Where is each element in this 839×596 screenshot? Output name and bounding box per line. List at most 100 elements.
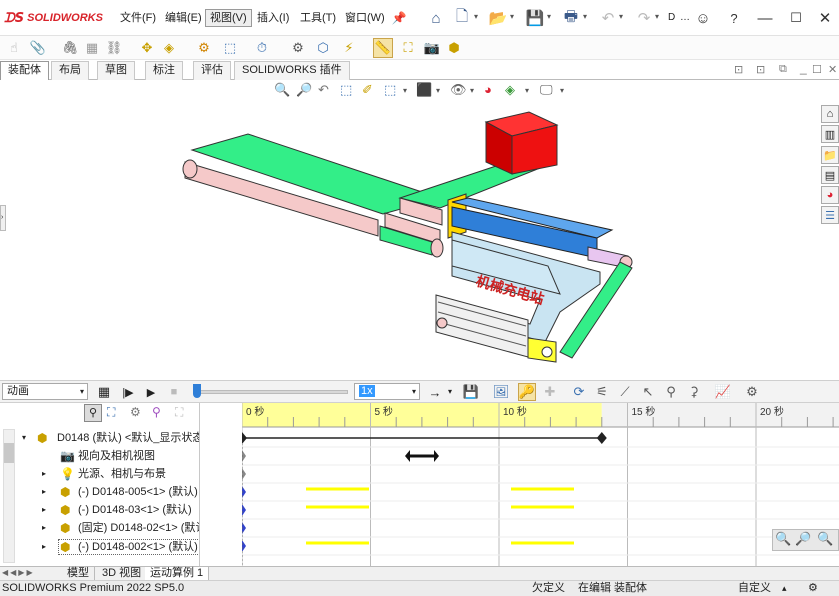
- play-from-start-icon[interactable]: |▶: [119, 383, 137, 401]
- solidworks-resources-icon[interactable]: ⌂: [821, 105, 839, 123]
- tab-3d-view[interactable]: 3D 视图: [97, 567, 148, 581]
- force-icon[interactable]: ↖: [639, 383, 657, 401]
- print-icon[interactable]: 🖶: [561, 8, 581, 28]
- filter-selected-icon[interactable]: ⚲: [152, 405, 161, 419]
- tree-item[interactable]: ▸ ⬢ (-) D0148-005<1> (默认): [0, 483, 199, 501]
- damper-icon[interactable]: ⟋: [616, 383, 634, 401]
- speedpak-icon[interactable]: ⬢: [444, 38, 464, 58]
- motion-study-properties-icon[interactable]: ⚙: [743, 383, 761, 401]
- tree-scrollbar-thumb[interactable]: [4, 443, 14, 463]
- playback-mode-dropdown-icon[interactable]: ▾: [448, 387, 452, 396]
- new-motion-study-icon[interactable]: ⏱: [252, 38, 272, 58]
- view-maximize-icon[interactable]: ☐: [812, 63, 822, 76]
- add-update-key-icon[interactable]: ✚: [541, 383, 559, 401]
- appearances-icon[interactable]: ◕: [821, 186, 839, 204]
- status-options-icon[interactable]: ⚙: [808, 581, 818, 596]
- row-key-diamond[interactable]: [242, 450, 246, 462]
- autokey-icon[interactable]: 🔑: [518, 383, 536, 401]
- tab-solidworks-addins[interactable]: SOLIDWORKS 插件: [234, 61, 350, 80]
- motion-timeline[interactable]: 0 秒 5 秒 10 秒 15 秒 20 秒 🔍 🔎 🔍: [242, 403, 839, 566]
- custom-properties-icon[interactable]: ☰: [821, 206, 839, 224]
- expand-icon[interactable]: ▸: [42, 538, 46, 556]
- camera-icon[interactable]: 📷: [422, 38, 442, 58]
- bill-of-materials-icon[interactable]: ⚙: [288, 38, 308, 58]
- view-palette-icon[interactable]: ▤: [821, 166, 839, 184]
- smart-fasteners-icon[interactable]: ⛓: [104, 38, 124, 58]
- redo-icon[interactable]: ↷: [634, 8, 654, 28]
- playback-speed-select[interactable]: 1x ▾: [354, 383, 420, 400]
- save-dropdown-icon[interactable]: ▾: [547, 12, 551, 21]
- expand-icon[interactable]: ▸: [42, 519, 46, 537]
- row-key-diamond[interactable]: [242, 504, 246, 516]
- filter-results-icon[interactable]: ⛶: [175, 405, 183, 420]
- close-icon[interactable]: ✕: [815, 8, 835, 28]
- zoom-out-icon[interactable]: 🔍: [775, 531, 791, 547]
- tab-scroll-arrows-icon[interactable]: ◀◀▶▶: [2, 568, 35, 577]
- view-minimize-icon[interactable]: _: [800, 61, 807, 75]
- move-component-icon[interactable]: ✥: [137, 38, 157, 58]
- tab-assembly[interactable]: 装配体: [0, 61, 49, 80]
- calculate-icon[interactable]: ▦: [95, 383, 113, 401]
- tab-motion-study-1[interactable]: 运动算例 1: [145, 567, 210, 581]
- save-animation-icon[interactable]: 💾: [462, 383, 480, 401]
- play-icon[interactable]: ▶: [142, 383, 160, 401]
- playback-slider-thumb[interactable]: [193, 384, 201, 398]
- assembly-model[interactable]: 机械充电站: [0, 80, 815, 380]
- maximize-icon[interactable]: ☐: [786, 8, 806, 28]
- filter-animated-icon[interactable]: ⛶: [107, 405, 115, 420]
- menu-insert[interactable]: 插入(I): [253, 9, 293, 27]
- row-key-diamond[interactable]: [242, 468, 246, 480]
- tree-item[interactable]: ▸ 💡 光源、相机与布景: [0, 465, 199, 483]
- menu-window[interactable]: 窗口(W): [341, 9, 389, 27]
- large-assembly-icon[interactable]: ⛶: [398, 38, 418, 58]
- collapse-icon[interactable]: ▾: [22, 429, 26, 447]
- pin-icon[interactable]: 📌: [389, 8, 409, 28]
- menu-file[interactable]: 文件(F): [116, 9, 160, 27]
- help-icon[interactable]: ?: [724, 8, 744, 28]
- end-key-diamond[interactable]: [596, 432, 607, 444]
- tab-markup[interactable]: 标注: [145, 61, 183, 80]
- tab-sketch[interactable]: 草图: [97, 61, 135, 80]
- open-dropdown-icon[interactable]: ▾: [510, 12, 514, 21]
- zoom-to-fit-timeline-icon[interactable]: 🔍: [817, 531, 833, 547]
- linear-pattern-icon[interactable]: ▦: [82, 38, 102, 58]
- new-document-icon[interactable]: 🗋: [452, 8, 472, 28]
- tab-layout[interactable]: 布局: [51, 61, 89, 80]
- show-hidden-icon[interactable]: ◈: [159, 38, 179, 58]
- mate-icon[interactable]: 📎: [28, 38, 48, 58]
- motor-icon[interactable]: ⟳: [570, 383, 588, 401]
- menu-view[interactable]: 视图(V): [205, 9, 252, 27]
- timeline-canvas[interactable]: 0 秒 5 秒 10 秒 15 秒 20 秒: [242, 403, 839, 566]
- minimize-icon[interactable]: —: [755, 8, 775, 28]
- tree-root-row[interactable]: ▾ ⬢ D0148 (默认) <默认_显示状态: [0, 429, 199, 447]
- file-explorer-icon[interactable]: 📁: [821, 146, 839, 164]
- menu-edit[interactable]: 编辑(E): [161, 9, 206, 27]
- expand-icon[interactable]: ▸: [42, 465, 46, 483]
- redo-dropdown-icon[interactable]: ▾: [655, 12, 659, 21]
- tab-model[interactable]: 模型: [62, 567, 95, 581]
- tab-evaluate[interactable]: 评估: [193, 61, 231, 80]
- save-icon[interactable]: 💾: [525, 8, 545, 28]
- tree-item[interactable]: 📷 视向及相机视图: [0, 447, 199, 465]
- reference-geometry-icon[interactable]: ⬚: [220, 38, 240, 58]
- expand-icon[interactable]: ▸: [42, 501, 46, 519]
- study-type-select[interactable]: 动画 ▾: [2, 383, 88, 400]
- gravity-icon[interactable]: ⚳: [685, 383, 703, 401]
- expand-panel-icon[interactable]: ⊡: [734, 63, 743, 76]
- contact-icon[interactable]: ⚲: [662, 383, 680, 401]
- open-folder-icon[interactable]: 📂: [488, 8, 508, 28]
- row-key-diamond[interactable]: [242, 486, 246, 498]
- insert-component-icon[interactable]: ☝: [4, 38, 24, 58]
- paperclip-icon[interactable]: 🖇: [60, 38, 80, 58]
- spring-icon[interactable]: ⚟: [593, 383, 611, 401]
- playback-slider-track[interactable]: [196, 390, 348, 394]
- animation-wizard-icon[interactable]: 🖼: [492, 383, 510, 401]
- print-dropdown-icon[interactable]: ▾: [583, 12, 587, 21]
- ruler-icon[interactable]: 📏: [373, 38, 393, 58]
- undo-dropdown-icon[interactable]: ▾: [619, 12, 623, 21]
- tree-item[interactable]: ▸ ⬢ (固定) D0148-02<1> (默认: [0, 519, 199, 537]
- filter-icon[interactable]: ⚲: [84, 404, 102, 422]
- undo-icon[interactable]: ↶: [598, 8, 618, 28]
- playback-mode-icon[interactable]: →: [426, 383, 444, 401]
- tree-item[interactable]: ▸ ⬢ (-) D0148-002<1> (默认): [0, 538, 199, 556]
